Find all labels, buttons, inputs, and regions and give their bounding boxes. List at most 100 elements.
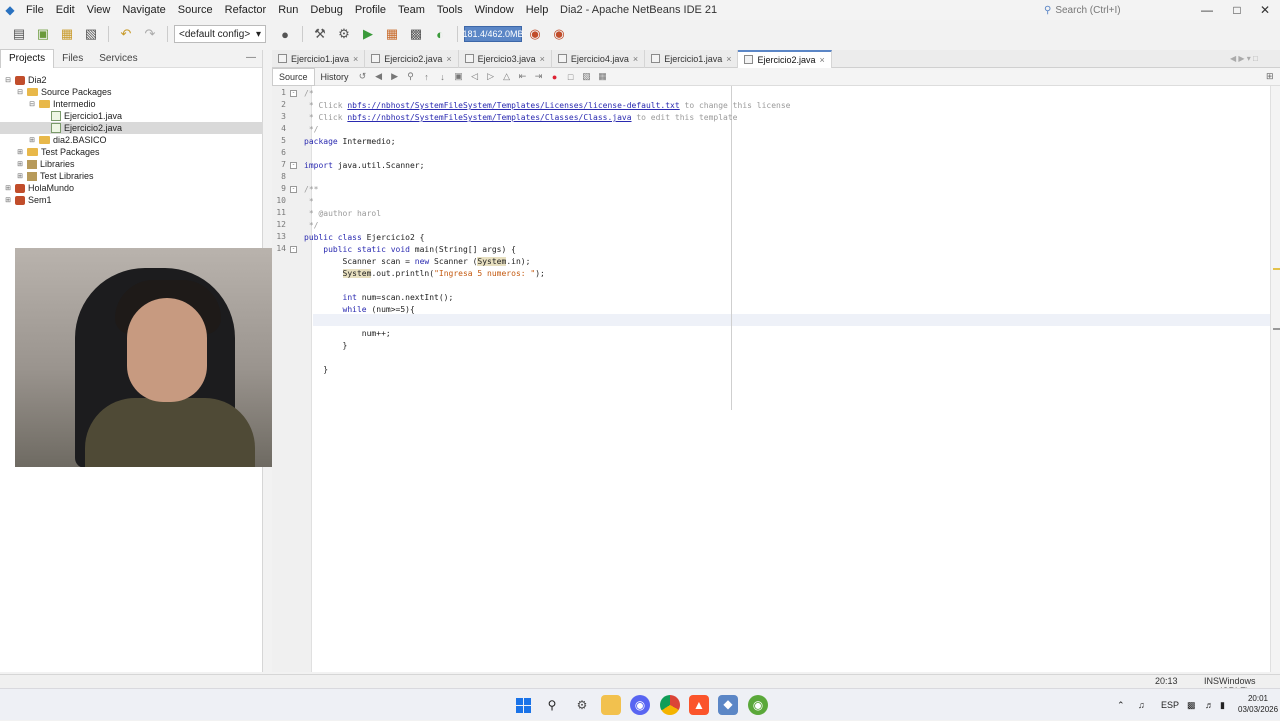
close-tab-icon[interactable]: × <box>820 55 825 65</box>
menu-tools[interactable]: Tools <box>431 0 469 20</box>
tray-chevron-icon[interactable]: ⌃ <box>1117 689 1125 721</box>
menu-help[interactable]: Help <box>520 0 555 20</box>
find-prev-icon[interactable]: ↑ <box>420 70 434 84</box>
expand-toggle-icon[interactable]: ⊟ <box>4 76 12 84</box>
menu-window[interactable]: Window <box>469 0 520 20</box>
search-icon[interactable]: ⚲ <box>542 695 562 715</box>
close-window-button[interactable]: ✕ <box>1250 0 1280 20</box>
config-select[interactable]: <default config> ▾ <box>174 25 266 43</box>
redo-icon[interactable]: ↷ <box>139 24 161 44</box>
tab-history[interactable]: History <box>315 69 355 85</box>
fold-toggle-icon[interactable]: - <box>290 186 297 193</box>
back-icon[interactable]: ◀ <box>372 70 386 84</box>
tree-item[interactable]: ⊞ dia2.BASICO <box>0 134 106 146</box>
tree-item[interactable]: ⊞ Libraries <box>0 158 74 170</box>
tree-item[interactable]: ⊟ Intermedio <box>0 98 95 110</box>
tree-item[interactable]: Ejercicio2.java <box>0 122 263 134</box>
build-icon[interactable]: ⚒ <box>309 24 331 44</box>
tree-item[interactable]: Ejercicio1.java <box>0 110 122 122</box>
menu-navigate[interactable]: Navigate <box>116 0 171 20</box>
tree-item[interactable]: ⊞ Sem1 <box>0 194 51 206</box>
profile-icon[interactable]: ▩ <box>405 24 427 44</box>
find-icon[interactable]: ⚲ <box>404 70 418 84</box>
brave-icon[interactable]: ▲ <box>689 695 709 715</box>
settings-gear-icon[interactable]: ⚙ <box>572 695 592 715</box>
save-all-icon[interactable]: ▧ <box>80 24 102 44</box>
menu-refactor[interactable]: Refactor <box>219 0 273 20</box>
globe-icon[interactable]: ● <box>274 24 296 44</box>
expand-toggle-icon[interactable]: ⊟ <box>28 100 36 108</box>
record-macro-icon[interactable]: ● <box>548 70 562 84</box>
editor-tab[interactable]: Ejercicio1.java × <box>272 49 366 68</box>
tab-services[interactable]: Services <box>91 50 145 68</box>
new-project-icon[interactable]: ▣ <box>32 24 54 44</box>
bookmark-prev-icon[interactable]: ◁ <box>468 70 482 84</box>
tree-item[interactable]: ⊟ Dia2 <box>0 74 46 86</box>
expand-toggle-icon[interactable]: ⊞ <box>16 148 24 156</box>
tab-projects[interactable]: Projects <box>0 49 55 68</box>
fold-toggle-icon[interactable]: - <box>290 246 297 253</box>
last-edit-icon[interactable]: ↺ <box>356 70 370 84</box>
comment-icon[interactable]: ▧ <box>580 70 594 84</box>
menu-profile[interactable]: Profile <box>349 0 392 20</box>
menu-file[interactable]: File <box>20 0 50 20</box>
chrome-icon[interactable] <box>660 695 680 715</box>
gauge-icon[interactable]: ◐ <box>429 24 451 44</box>
volume-icon[interactable]: ♬ <box>1205 689 1214 721</box>
gc-icon[interactable]: ◉ <box>524 24 546 44</box>
expand-toggle-icon[interactable]: ⊞ <box>4 196 12 204</box>
network-icon[interactable]: ▩ <box>1187 689 1196 721</box>
expand-toggle-icon[interactable]: ⊞ <box>16 160 24 168</box>
tree-item[interactable]: ⊟ Source Packages <box>0 86 111 98</box>
netbeans-taskbar-icon[interactable]: ◆ <box>718 695 738 715</box>
uncomment-icon[interactable]: ▦ <box>596 70 610 84</box>
fold-toggle-icon[interactable]: - <box>290 90 297 97</box>
minimize-panel-icon[interactable]: — <box>246 52 256 63</box>
tree-item[interactable]: ⊞ HolaMundo <box>0 182 74 194</box>
menu-edit[interactable]: Edit <box>50 0 81 20</box>
expand-toggle-icon[interactable]: ⊟ <box>16 88 24 96</box>
expand-editor-icon[interactable]: ⊞ <box>1266 71 1274 82</box>
battery-icon[interactable]: ▮ <box>1220 689 1225 721</box>
open-project-icon[interactable]: ▦ <box>56 24 78 44</box>
fold-toggle-icon[interactable]: - <box>290 162 297 169</box>
toggle-bookmark-icon[interactable]: △ <box>500 70 514 84</box>
menu-source[interactable]: Source <box>172 0 219 20</box>
close-tab-icon[interactable]: × <box>540 54 545 64</box>
run-icon[interactable]: ▶ <box>357 24 379 44</box>
bookmark-next-icon[interactable]: ▷ <box>484 70 498 84</box>
file-explorer-icon[interactable] <box>601 695 621 715</box>
close-tab-icon[interactable]: × <box>633 54 638 64</box>
start-windows-icon[interactable] <box>513 695 533 715</box>
microphone-icon[interactable]: ♫ <box>1138 689 1145 721</box>
stop-macro-icon[interactable]: □ <box>564 70 578 84</box>
editor-tab[interactable]: Ejercicio4.java × <box>552 49 646 68</box>
discord-icon[interactable]: ◉ <box>630 695 650 715</box>
menu-view[interactable]: View <box>81 0 117 20</box>
forward-icon[interactable]: ▶ <box>388 70 402 84</box>
maximize-button[interactable]: □ <box>1222 0 1252 20</box>
menu-debug[interactable]: Debug <box>304 0 348 20</box>
tab-scroll-icons[interactable]: ◀ ▶ ▾ □ <box>1230 54 1258 63</box>
editor-tab[interactable]: Ejercicio2.java × <box>365 49 459 68</box>
obs-icon[interactable]: ◉ <box>748 695 768 715</box>
close-tab-icon[interactable]: × <box>726 54 731 64</box>
tab-files[interactable]: Files <box>54 50 91 68</box>
code-editor[interactable]: 1 2 3 4 5 6 7 8 9 10 11 12 13 14- - - - /* * Click nbfs:… <box>272 86 1270 672</box>
menu-team[interactable]: Team <box>392 0 431 20</box>
expand-toggle-icon[interactable]: ⊞ <box>16 172 24 180</box>
editor-tab[interactable]: Ejercicio2.java × <box>738 49 832 68</box>
debug-icon[interactable]: ▦ <box>381 24 403 44</box>
profile-snapshot-icon[interactable]: ◉ <box>548 24 570 44</box>
editor-tab[interactable]: Ejercicio1.java × <box>645 49 739 68</box>
shift-left-icon[interactable]: ⇤ <box>516 70 530 84</box>
search-box[interactable]: ⚲ Search (Ctrl+I) <box>1044 2 1190 18</box>
find-next-icon[interactable]: ↓ <box>436 70 450 84</box>
tab-source[interactable]: Source <box>272 67 315 86</box>
expand-toggle-icon[interactable]: ⊞ <box>28 136 36 144</box>
undo-icon[interactable]: ↶ <box>115 24 137 44</box>
tree-item[interactable]: ⊞ Test Libraries <box>0 170 93 182</box>
clock[interactable]: 20:01 03/03/2026 <box>1238 693 1278 715</box>
memory-meter[interactable]: 181.4/462.0MB <box>462 26 524 42</box>
expand-toggle-icon[interactable]: ⊞ <box>4 184 12 192</box>
